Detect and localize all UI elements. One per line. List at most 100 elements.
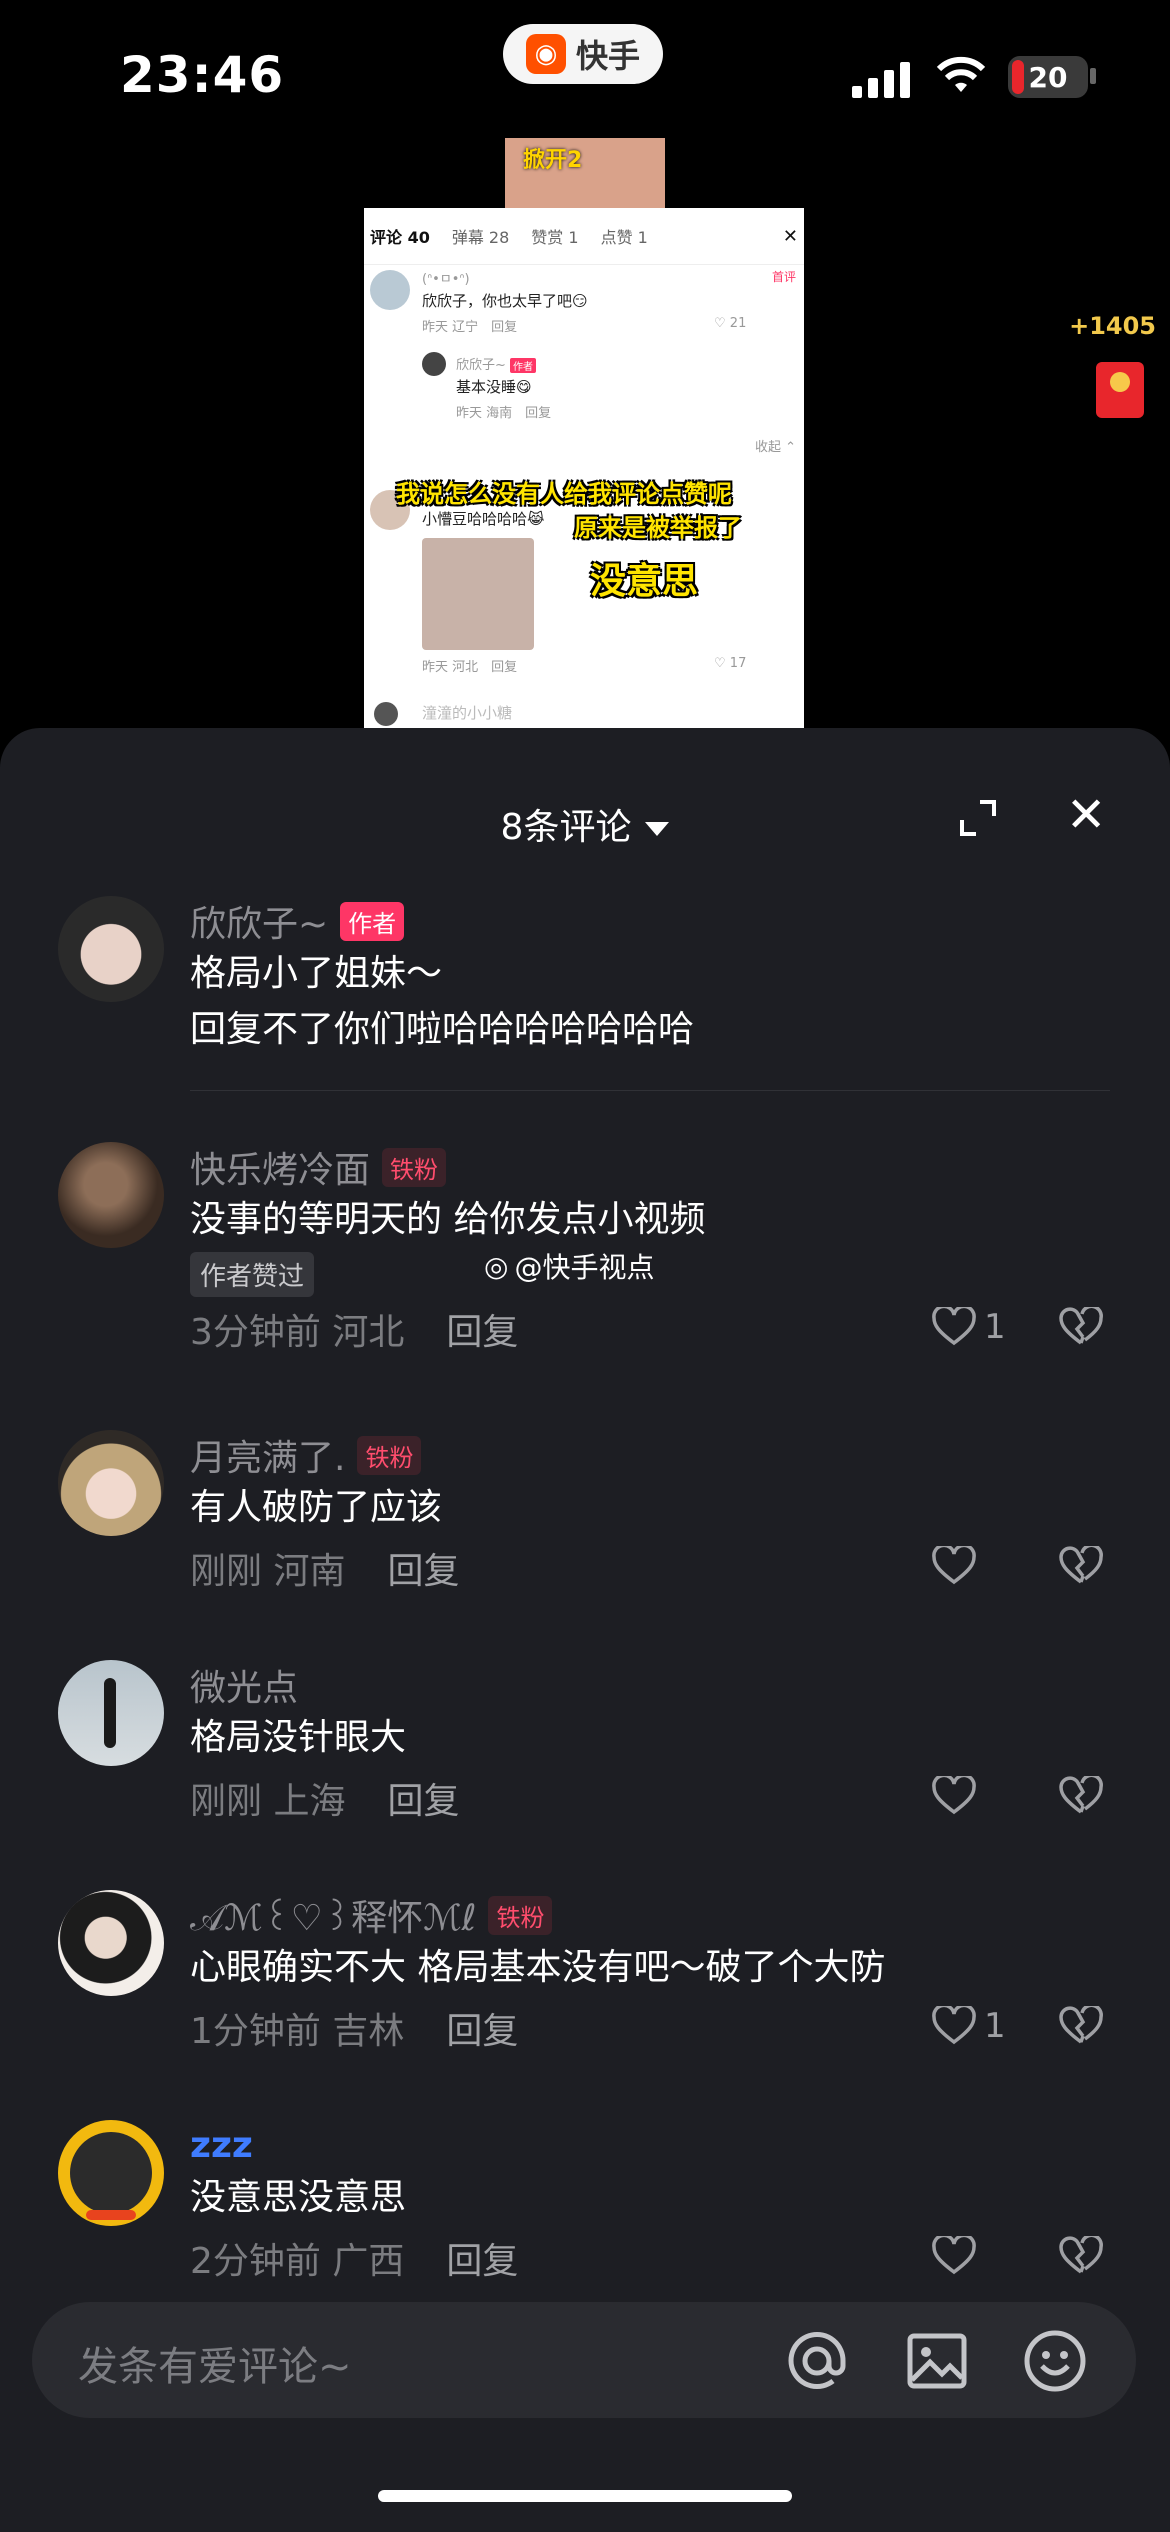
embed-tab-likes: 点赞 1 <box>600 228 648 247</box>
wifi-icon <box>936 56 986 92</box>
embed-close-icon: ✕ <box>782 225 798 247</box>
embed-c3-meta: 昨天 河北 回复 <box>422 660 518 675</box>
dislike-heart-icon[interactable] <box>1058 1546 1104 1586</box>
cellular-signal-icon <box>852 62 914 98</box>
fan-badge: 铁粉 <box>488 1895 553 1935</box>
avatar[interactable] <box>58 2120 164 2226</box>
comment-meta: 1分钟前 吉林 回复 1 <box>190 2002 1110 2062</box>
avatar-face <box>70 2132 152 2214</box>
embed-c1-likes: ♡ 21 <box>714 316 747 331</box>
embed-tabs: 评论 40 弹幕 28 赞赏 1 点赞 1 ✕ <box>364 208 804 265</box>
embed-c2-text: 基本没睡😋 <box>456 378 532 396</box>
kuaishou-logo-icon: ◉ <box>525 34 566 74</box>
thumbnail-caption: 掀开2 <box>523 148 583 173</box>
embed-avatar <box>374 702 398 726</box>
embed-avatar <box>370 270 410 310</box>
comment-panel: 8条评论 ✕ 欣欣子~ 作者 格局小了姐妹～ 回复不了你们啦哈哈哈哈哈哈哈 快乐… <box>0 728 1170 2532</box>
divider <box>190 1090 1110 1091</box>
battery-level-bar <box>1012 60 1024 94</box>
reply-button[interactable]: 回复 <box>446 2011 518 2052</box>
fan-badge: 铁粉 <box>382 1147 447 1187</box>
author-badge: 作者 <box>340 901 405 941</box>
like-button[interactable] <box>932 1776 976 1816</box>
author-liked-tag: 作者赞过 <box>190 1252 315 1297</box>
battery-percent: 20 <box>1028 60 1068 94</box>
embed-tab-tips: 赞赏 1 <box>531 228 579 247</box>
app-name: 快手 <box>575 37 640 75</box>
embed-c1-name: (ᐢ•ㅁ•ᐢ) <box>422 272 470 287</box>
like-button[interactable]: 1 <box>932 2006 1006 2046</box>
comment-meta: 2分钟前 广西 回复 <box>190 2232 1110 2292</box>
dislike-heart-icon[interactable] <box>1058 2006 1104 2046</box>
red-envelope-icon[interactable] <box>1096 362 1144 418</box>
heart-icon <box>932 1307 976 1346</box>
emoji-icon[interactable] <box>1022 2328 1088 2394</box>
comment-text: 格局没针眼大 <box>190 1717 407 1758</box>
embed-c2-meta: 昨天 海南 回复 <box>456 406 552 421</box>
embed-overlay-1: 我说怎么没有人给我评论点赞呢 <box>396 480 732 508</box>
avatar-figure <box>104 1678 116 1748</box>
weibo-watermark: ◎ @快手视点 <box>484 1246 654 1286</box>
embed-tab-danmaku: 弹幕 28 <box>451 228 510 247</box>
status-bar: 23:46 ◉ 快手 20 <box>0 0 1170 140</box>
reward-count: +1405 <box>1069 312 1156 340</box>
embed-c1-tag: 首评 <box>771 270 796 284</box>
comment-text: 回复不了你们啦哈哈哈哈哈哈哈 <box>190 1009 695 1050</box>
embed-overlay-2: 原来是被举报了 <box>574 514 742 542</box>
embed-overlay-3: 没意思 <box>590 561 699 602</box>
watermark-text: @快手视点 <box>514 1251 655 1284</box>
embed-c4-name: 潼潼的小小糖 <box>422 704 513 722</box>
embed-c1-text: 欣欣子，你也太早了吧😏 <box>422 292 588 310</box>
app-indicator-pill[interactable]: ◉ 快手 <box>503 24 663 84</box>
like-button[interactable] <box>932 2236 976 2276</box>
avatar[interactable] <box>58 1142 164 1248</box>
weibo-icon: ◎ <box>484 1249 509 1283</box>
avatar[interactable] <box>58 1660 164 1766</box>
heart-icon <box>932 1776 976 1815</box>
comment-meta: 3分钟前 河北 回复 1 <box>190 1303 1110 1363</box>
like-button[interactable]: 1 <box>932 1307 1006 1347</box>
caret-down-icon <box>645 822 670 836</box>
dislike-heart-icon[interactable] <box>1058 2236 1104 2276</box>
avatar[interactable] <box>58 896 164 1002</box>
like-count: 1 <box>984 1307 1006 1347</box>
video-thumbnail: 掀开2 <box>505 138 665 208</box>
panel-header: 8条评论 ✕ <box>0 788 1170 868</box>
comment-time-location: 2分钟前 广西 <box>190 2241 405 2282</box>
comment-author[interactable]: 月亮满了. 铁粉 <box>190 1430 1110 1480</box>
heart-icon <box>932 1546 976 1585</box>
mention-icon[interactable] <box>784 2328 850 2394</box>
comment-author[interactable]: 欣欣子~ 作者 <box>190 896 1110 946</box>
dislike-heart-icon[interactable] <box>1058 1776 1104 1816</box>
embed-c2-name: 欣欣子~ 作者 <box>456 354 537 373</box>
expand-icon[interactable] <box>958 798 998 838</box>
reply-button[interactable]: 回复 <box>446 2241 518 2282</box>
comment-author[interactable]: zzz <box>190 2120 1110 2170</box>
comment-author[interactable]: 微光点 <box>190 1660 1110 1710</box>
embed-photo <box>422 538 534 650</box>
close-button[interactable]: ✕ <box>1066 790 1106 840</box>
comment-text: 格局小了姐妹～ <box>190 953 443 994</box>
home-indicator[interactable] <box>378 2490 792 2502</box>
avatar[interactable] <box>58 1890 164 1996</box>
comment-time-location: 1分钟前 吉林 <box>190 2011 405 2052</box>
dislike-heart-icon[interactable] <box>1058 1307 1104 1347</box>
like-button[interactable] <box>932 1546 976 1586</box>
comment-time-location: 刚刚 河南 <box>190 1551 346 1592</box>
embed-tab-comments: 评论 40 <box>370 228 430 247</box>
avatar[interactable] <box>58 1430 164 1536</box>
comment-author[interactable]: 𝒜ℳ꒰♡꒱释怀ℳℓ 铁粉 <box>190 1890 1110 1940</box>
image-icon[interactable] <box>904 2328 970 2394</box>
reply-button[interactable]: 回复 <box>387 1551 459 1592</box>
fan-badge: 铁粉 <box>357 1435 422 1475</box>
reply-button[interactable]: 回复 <box>446 1312 518 1353</box>
comment-input-bar[interactable]: 发条有爱评论~ <box>32 2302 1136 2418</box>
comment-input[interactable]: 发条有爱评论~ <box>78 2334 352 2392</box>
comment-time-location: 刚刚 上海 <box>190 1781 346 1822</box>
comment-author[interactable]: 快乐烤冷面 铁粉 <box>190 1142 1110 1192</box>
comment-text: 没意思没意思 <box>190 2177 407 2218</box>
comment-text: 没事的等明天的 给你发点小视频 <box>190 1199 706 1240</box>
avatar-mouth <box>86 2210 136 2220</box>
heart-icon <box>932 2006 976 2045</box>
reply-button[interactable]: 回复 <box>387 1781 459 1822</box>
